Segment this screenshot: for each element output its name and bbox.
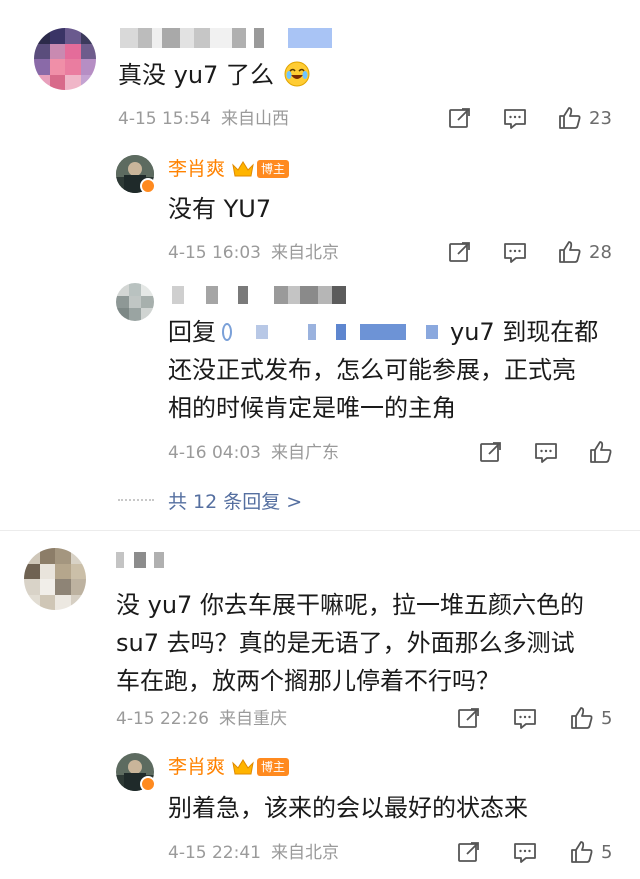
like-button[interactable]: 5 [569, 839, 612, 865]
thumbs-up-icon [590, 441, 612, 463]
laughing-emoji-icon [284, 60, 310, 98]
thumbs-up-icon [571, 841, 593, 863]
crown-icon [232, 759, 254, 775]
comment-icon [504, 243, 526, 263]
comment-meta: 4-15 15:54 来自山西 [118, 109, 289, 129]
more-replies-divider [118, 499, 154, 501]
comment-button[interactable] [502, 105, 528, 131]
reply-text: 回复 yu7 到现在都 还没正式发布，怎么可能参展，正式亮 相的时候肯定是唯一的… [168, 318, 599, 422]
share-button[interactable] [456, 705, 482, 731]
reply-meta: 4-15 22:41 来自北京 [168, 843, 339, 863]
username-blurred[interactable] [116, 552, 164, 568]
reply-meta: 4-15 16:03 来自北京 [168, 243, 339, 263]
like-count: 23 [589, 107, 612, 129]
comment-divider [0, 530, 640, 531]
thumbs-up-icon [571, 707, 593, 729]
username[interactable]: 李肖爽 [168, 754, 225, 780]
comment-icon [514, 843, 536, 863]
avatar[interactable] [24, 548, 86, 610]
thumbs-up-icon [559, 241, 581, 263]
blogger-badge: 博主 [257, 758, 290, 776]
share-button[interactable] [478, 439, 504, 465]
username-blurred[interactable] [120, 28, 332, 48]
comment-button[interactable] [502, 239, 528, 265]
like-count: 5 [601, 707, 613, 729]
share-button[interactable] [447, 239, 473, 265]
comment-button[interactable] [512, 839, 538, 865]
thumbs-up-icon [559, 107, 581, 129]
comment-meta: 4-15 22:26 来自重庆 [116, 709, 287, 729]
comment-icon [504, 109, 526, 129]
like-count: 5 [601, 841, 613, 863]
reply-text: 没有 YU7 [168, 195, 272, 223]
comment-icon [514, 709, 536, 729]
comment-button[interactable] [533, 439, 559, 465]
reply-text: 别着急，该来的会以最好的状态来 [168, 794, 528, 822]
verified-badge-icon [140, 178, 156, 194]
username-blurred[interactable] [172, 286, 346, 304]
share-icon [458, 708, 479, 728]
avatar[interactable] [34, 28, 96, 90]
verified-badge-icon [140, 776, 156, 792]
mention-blurred[interactable] [222, 321, 446, 343]
comment-text: 真没 yu7 了么 [118, 56, 310, 98]
comment-text: 没 yu7 你去车展干嘛呢，拉一堆五颜六色的 su7 去吗？真的是无语了，外面那… [116, 591, 584, 695]
crown-icon [232, 161, 254, 177]
share-icon [458, 842, 479, 862]
like-count: 28 [589, 241, 612, 263]
like-button[interactable]: 28 [557, 239, 612, 265]
more-replies-link[interactable]: 共 12 条回复 > [168, 487, 302, 514]
like-button[interactable]: 5 [569, 705, 612, 731]
username[interactable]: 李肖爽 [168, 156, 225, 182]
comment-button[interactable] [512, 705, 538, 731]
reply-meta: 4-16 04:03 来自广东 [168, 443, 339, 463]
share-icon [449, 108, 470, 128]
like-button[interactable]: 23 [557, 105, 612, 131]
comment-icon [535, 443, 557, 463]
share-button[interactable] [456, 839, 482, 865]
share-button[interactable] [447, 105, 473, 131]
like-button[interactable] [588, 439, 614, 465]
avatar[interactable] [116, 283, 154, 321]
share-icon [449, 242, 470, 262]
blogger-badge: 博主 [257, 160, 290, 178]
share-icon [480, 442, 501, 462]
